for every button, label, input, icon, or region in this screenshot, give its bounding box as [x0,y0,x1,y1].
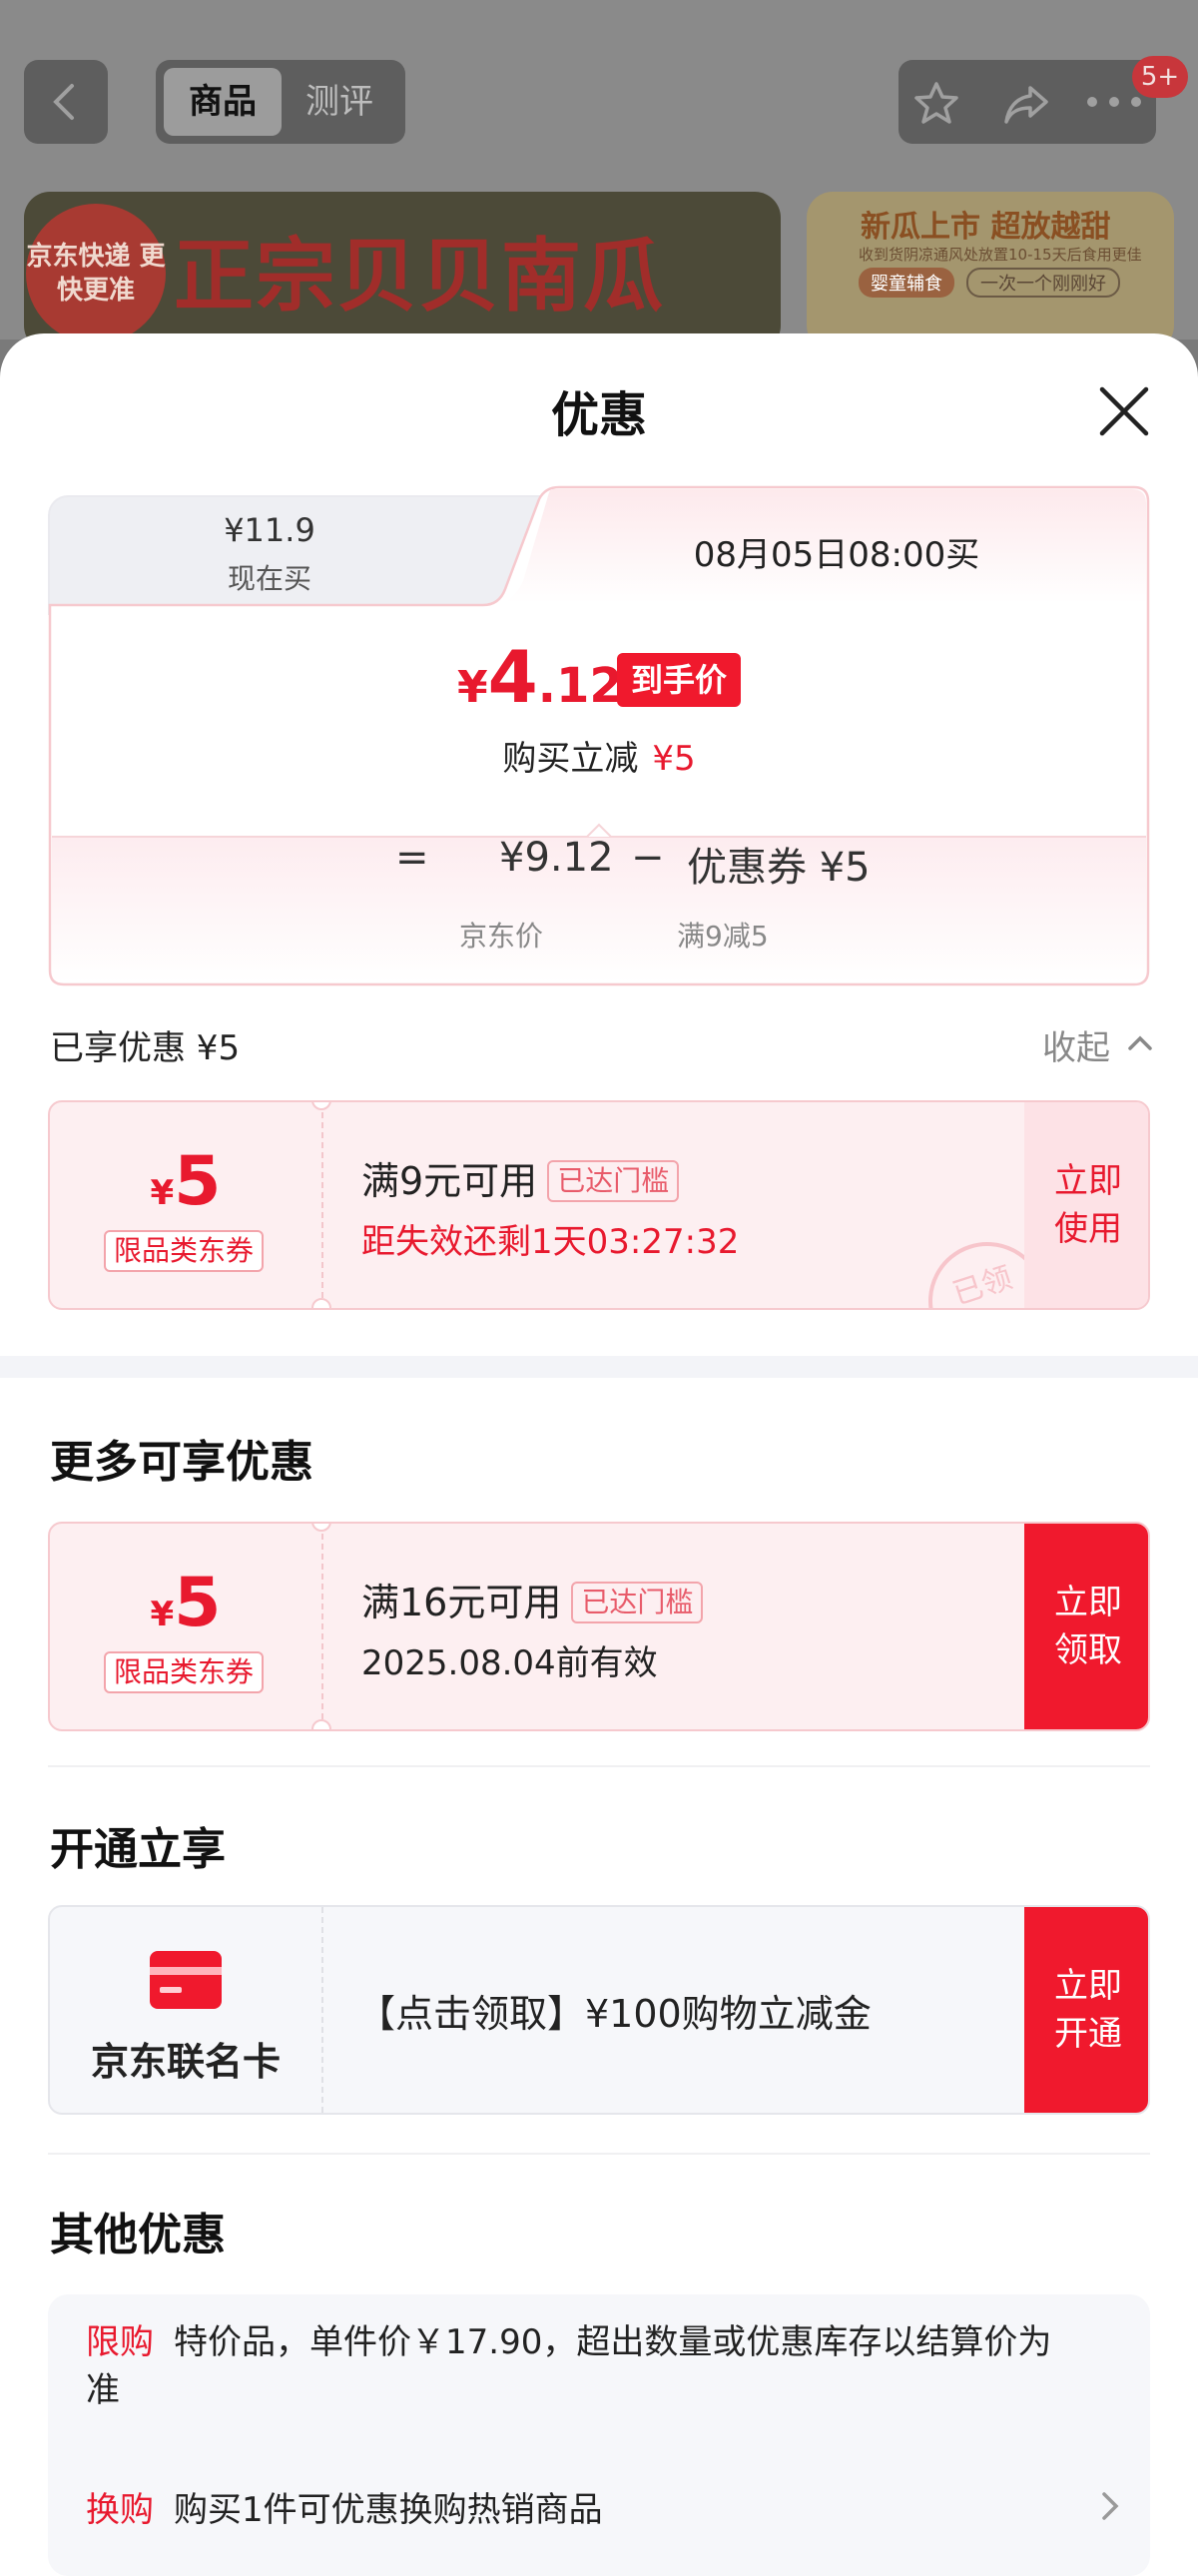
minus-sign: − [631,835,665,881]
final-price-currency: ¥ [457,662,488,713]
coupon-notch [311,1719,331,1729]
coupon-amount: ¥5 [50,1142,321,1221]
section-gap [0,1356,1198,1378]
card-divider [321,1907,323,2113]
action-line: 立即 [1054,1583,1122,1622]
message-count-badge: 5+ [1132,56,1188,98]
star-icon[interactable] [912,80,960,128]
divider [48,1765,1150,1767]
activate-button[interactable]: 立即 开通 [1024,1907,1148,2113]
side-banner-pill: 一次一个刚刚好 [966,268,1120,298]
close-icon[interactable] [1096,383,1152,439]
offer-tag: 限购 [86,2322,154,2362]
instant-reduce-label: 购买立减 [502,739,639,779]
express-logo: 京东快递 更快更准 [26,204,166,343]
cobrand-card-desc: 【点击领取】¥100购物立减金 [357,1992,872,2036]
claim-coupon-button[interactable]: 立即 领取 [1024,1524,1148,1729]
price-card-body: 08月05日08:00买 ¥4.12 到手价 购买立减 ¥5 = ¥9.12 − … [48,485,1150,986]
coupon-countdown: 距失效还剩1天03:27:32 [361,1222,740,1262]
banner-title: 正宗贝贝南瓜 [174,229,665,322]
instant-reduce-amount: ¥5 [652,739,696,779]
coupon-currency: ¥ [150,1595,175,1634]
share-icon[interactable] [1002,80,1050,128]
collapse-label: 收起 [1042,1028,1110,1068]
credit-card-icon [150,1951,222,2009]
instant-reduce: 购买立减 ¥5 [48,731,1150,780]
coupon-condition-text: 满16元可用 [361,1581,562,1624]
coupon-notch [311,1298,331,1308]
price-card: ¥11.9 现在买 08月05日08:00买 ¥4.12 到手价 购买立减 ¥5… [48,485,1150,986]
final-price-tag: 到手价 [617,653,742,707]
coupon-left: ¥5 限品类东券 [50,1102,321,1308]
coupon-divider [321,1102,323,1308]
final-price-integer: 4 [487,635,538,719]
tab-review[interactable]: 测评 [282,68,397,136]
cobrand-card-offer: 京东联名卡 【点击领取】¥100购物立减金 立即开通 [48,1905,1150,2115]
action-line: 领取 [1054,1630,1122,1670]
equals-sign: = [395,835,429,881]
more-icon[interactable] [1086,96,1142,108]
exchange-purchase-item[interactable]: 换购 购买1件可优惠换购热销商品 [86,2482,603,2531]
coupon-type-badge: 限品类东券 [104,1230,265,1272]
back-arrow-icon [53,84,74,120]
limit-purchase-item: 限购 特价品，单件价￥17.90，超出数量或优惠库存以结算价为准 [86,2318,1084,2414]
coupon-condition: 满16元可用 已达门槛 [361,1572,704,1626]
coupon-value: 5 [174,1564,222,1642]
other-offers-panel: 限购 特价品，单件价￥17.90，超出数量或优惠库存以结算价为准 换购 购买1件可优… [48,2294,1150,2576]
coupon-condition: 满9元可用 已达门槛 [361,1150,680,1205]
coupon-amount: ¥5 [50,1564,321,1642]
threshold-reached-badge: 已达门槛 [571,1582,704,1623]
coupon-value: 优惠券 ¥5 [687,845,871,891]
other-offers-heading: 其他优惠 [50,2210,226,2260]
side-banner-subtitle: 收到货阴凉通风处放置10-15天后食用更佳 [859,246,1142,264]
final-price-decimal: .12 [537,658,623,714]
coupon-validity: 2025.08.04前有效 [361,1643,658,1683]
offer-text: 购买1件可优惠换购热销商品 [174,2490,603,2530]
enjoyed-discount: 已享优惠 ¥5 [50,1028,241,1068]
action-line: 立即 [1054,1161,1122,1201]
product-banner: 京东快递 更快更准 正宗贝贝南瓜 [24,192,781,351]
side-banner-pill: 婴童辅食 [859,268,954,298]
coupon-card-enjoyed: ¥5 限品类东券 满9元可用 已达门槛 距失效还剩1天03:27:32 已领 立即… [48,1100,1150,1310]
sheet-title: 优惠 [550,387,647,443]
cobrand-card-name: 京东联名卡 [90,2040,281,2084]
top-actions [898,60,1156,144]
final-price: ¥4.12 [457,635,623,719]
coupon-card-more: ¥5 限品类东券 满16元可用 已达门槛 2025.08.04前有效 立即领取 [48,1522,1150,1731]
future-buy-tab[interactable]: 08月05日08:00买 [557,527,1116,576]
base-price-label: 京东价 [459,920,544,953]
action-line: 立即 [1054,1966,1122,2006]
coupon-divider [321,1524,323,1729]
base-price: ¥9.12 [499,835,614,881]
side-banner-title: 新瓜上市 超放越甜 [861,210,1111,245]
chevron-right-icon[interactable] [1098,2490,1122,2522]
side-banner: 新瓜上市 超放越甜 收到货阴凉通风处放置10-15天后食用更佳 婴童辅食 一次一… [807,192,1174,351]
coupon-condition-text: 满9元可用 [361,1159,538,1203]
divider [48,2153,1150,2155]
more-offers-heading: 更多可享优惠 [50,1437,313,1488]
offer-tag: 换购 [86,2490,154,2530]
action-line: 使用 [1054,1209,1122,1249]
coupon-value: 5 [174,1142,222,1221]
coupon-type-badge: 限品类东券 [104,1651,265,1693]
activate-heading: 开通立享 [50,1824,226,1875]
threshold-reached-badge: 已达门槛 [547,1160,680,1202]
coupon-left: ¥5 限品类东券 [50,1524,321,1729]
tab-product[interactable]: 商品 [164,68,282,136]
use-coupon-button[interactable]: 立即 使用 [1024,1102,1148,1308]
action-line: 开通 [1054,2014,1122,2054]
discount-sheet: 优惠 ¥11.9 现在买 08月05日08:00买 ¥4.12 到手价 购买立减… [0,333,1198,2576]
tab-switcher: 商品 测评 [156,60,405,144]
collapse-button[interactable]: 收起 [1042,1020,1152,1069]
back-button[interactable] [24,60,108,144]
offer-text: 特价品，单件价￥17.90，超出数量或优惠库存以结算价为准 [86,2322,1052,2410]
chevron-up-icon [1128,1035,1152,1050]
coupon-currency: ¥ [150,1173,175,1213]
coupon-rule-label: 满9减5 [677,920,769,953]
